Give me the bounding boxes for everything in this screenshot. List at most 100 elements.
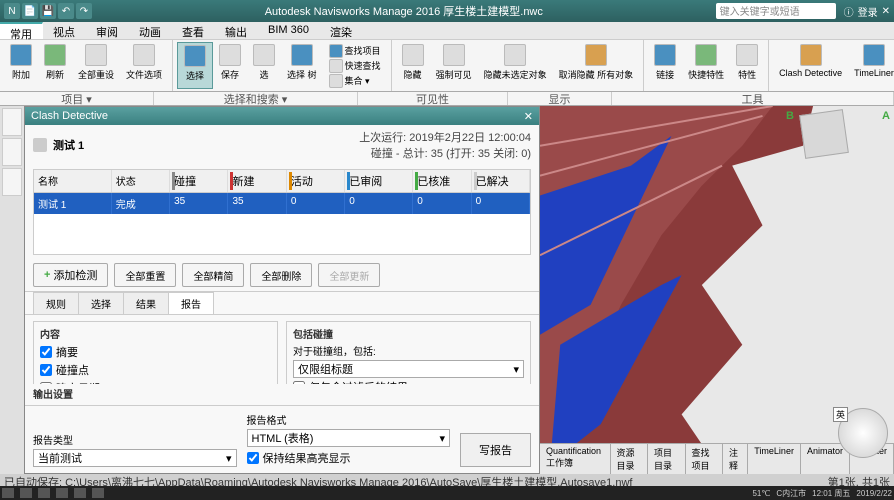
add-test-button[interactable]: +添加检测: [33, 263, 108, 287]
unhideall-button[interactable]: 取消隐藏 所有对象: [553, 42, 640, 89]
resetall-button[interactable]: 全部重设: [72, 42, 120, 89]
help-search-input[interactable]: 键入关键字或短语: [716, 3, 836, 19]
login-link[interactable]: 登录: [858, 4, 878, 19]
links-button[interactable]: 链接: [648, 42, 682, 89]
finditems-button[interactable]: 查找项目: [323, 44, 387, 58]
app-icon: N: [4, 3, 20, 19]
tb-app-icon[interactable]: [38, 488, 50, 498]
quickprops-button[interactable]: 快捷特性: [682, 42, 730, 89]
dock-tab-3[interactable]: [2, 168, 22, 196]
info-icon[interactable]: ⓘ: [844, 4, 854, 19]
for-groups-label: 对于碰撞组，包括:: [293, 343, 524, 358]
content-check-0[interactable]: [40, 346, 52, 358]
selectsame-button[interactable]: 选: [247, 42, 281, 89]
content-check-1[interactable]: [40, 364, 52, 376]
col-status[interactable]: 状态: [112, 170, 170, 192]
qat-save-icon[interactable]: 💾: [40, 3, 56, 19]
properties-button[interactable]: 特性: [730, 42, 764, 89]
sets-button[interactable]: 集合 ▾: [323, 74, 387, 88]
tab-animation[interactable]: 动画: [129, 22, 172, 39]
quickfind-button[interactable]: 快速查找: [323, 59, 387, 73]
navtab-comments[interactable]: 注释: [723, 444, 748, 474]
report-format-label: 报告格式: [247, 412, 451, 427]
col-clashes[interactable]: 碰撞: [170, 170, 228, 192]
view-cube[interactable]: [799, 109, 849, 159]
require-button[interactable]: 强制可见: [430, 42, 478, 89]
tab-render[interactable]: 渲染: [320, 22, 363, 39]
panel-close-icon[interactable]: ✕: [524, 110, 533, 123]
fileoptions-button[interactable]: 文件选项: [120, 42, 168, 89]
col-reviewed[interactable]: 已审阅: [345, 170, 413, 192]
update-all-button[interactable]: 全部更新: [318, 263, 380, 287]
refresh-button[interactable]: 刷新: [38, 42, 72, 89]
panel-titlebar[interactable]: Clash Detective ✕: [25, 107, 539, 125]
collapse-icon[interactable]: [33, 138, 47, 152]
navtab-resource[interactable]: 资源目录: [611, 444, 649, 474]
dock-tab-1[interactable]: [2, 108, 22, 136]
append-button[interactable]: 附加: [4, 42, 38, 89]
navtab-project[interactable]: 项目目录: [648, 444, 686, 474]
left-dock: [0, 106, 24, 474]
select-button[interactable]: 选择: [177, 42, 213, 89]
col-name[interactable]: 名称: [34, 170, 112, 192]
tb-loc[interactable]: C内江市: [776, 488, 806, 499]
tb-app-icon[interactable]: [74, 488, 86, 498]
clash-icon: [800, 44, 822, 66]
hideunselected-button[interactable]: 隐藏未选定对象: [478, 42, 553, 89]
write-report-button[interactable]: 写报告: [460, 433, 531, 467]
ribbon-tabs: 常用 视点 审阅 动画 查看 输出 BIM 360 渲染: [0, 22, 894, 40]
tb-app-icon[interactable]: [20, 488, 32, 498]
navtab-timeliner[interactable]: TimeLiner: [748, 444, 801, 474]
col-active[interactable]: 活动: [287, 170, 345, 192]
summary-label: 碰撞 - 总计: 35 (打开: 35 关闭: 0): [359, 145, 531, 161]
report-type-select[interactable]: 当前测试▾: [33, 449, 237, 467]
tb-app-icon[interactable]: [92, 488, 104, 498]
qat-undo-icon[interactable]: ↶: [58, 3, 74, 19]
ime-avatar[interactable]: [838, 408, 888, 458]
navtab-quant[interactable]: Quantification 工作簿: [540, 444, 611, 474]
close-icon[interactable]: ✕: [882, 6, 890, 17]
tab-bim360[interactable]: BIM 360: [258, 22, 320, 39]
tab-review[interactable]: 审阅: [86, 22, 129, 39]
status-bar: 已自动保存: C:\Users\离沸七七\AppData\Roaming\Aut…: [0, 474, 894, 486]
timeliner-button[interactable]: TimeLiner: [848, 42, 894, 89]
tb-date[interactable]: 2019/2/22: [856, 489, 892, 498]
tab-view[interactable]: 查看: [172, 22, 215, 39]
tab-viewpoint[interactable]: 视点: [43, 22, 86, 39]
viewport-label-b: B: [786, 110, 794, 122]
hide-button[interactable]: 隐藏: [396, 42, 430, 89]
qat-redo-icon[interactable]: ↷: [76, 3, 92, 19]
col-new[interactable]: 新建: [228, 170, 286, 192]
dock-tab-2[interactable]: [2, 138, 22, 166]
selecttree-button[interactable]: 选择 树: [281, 42, 323, 89]
group-header-select[interactable]: 仅限组标题▾: [293, 360, 524, 378]
save-select-button[interactable]: 保存: [213, 42, 247, 89]
start-icon[interactable]: [2, 488, 14, 498]
subtab-results[interactable]: 结果: [123, 292, 169, 314]
tab-home[interactable]: 常用: [0, 22, 43, 39]
navtab-find[interactable]: 查找项目: [686, 444, 724, 474]
col-resolved[interactable]: 已解决: [472, 170, 530, 192]
reset-all-button[interactable]: 全部重置: [114, 263, 176, 287]
keep-highlight-checkbox[interactable]: [247, 452, 259, 464]
subtab-report[interactable]: 报告: [168, 292, 214, 314]
table-row[interactable]: 测试 1 完成 35 35 0 0 0 0: [34, 193, 530, 214]
qat-open-icon[interactable]: 📄: [22, 3, 38, 19]
tb-temp[interactable]: 51℃: [752, 489, 770, 498]
tab-output[interactable]: 输出: [215, 22, 258, 39]
delete-all-button[interactable]: 全部删除: [250, 263, 312, 287]
ribbon: 附加 刷新 全部重设 文件选项 选择 保存 选 选择 树 查找项目 快速查找 集…: [0, 40, 894, 92]
os-taskbar: 51℃ C内江市 12:01 周五 2019/2/22: [0, 486, 894, 500]
cursor-icon: [184, 45, 206, 67]
window-title: Autodesk Navisworks Manage 2016 厚生楼土建模型.…: [92, 3, 716, 19]
report-format-select[interactable]: HTML (表格)▾: [247, 429, 451, 447]
tree-icon: [291, 44, 313, 66]
subtab-rules[interactable]: 规则: [33, 292, 79, 314]
col-approved[interactable]: 已核准: [413, 170, 471, 192]
tb-time[interactable]: 12:01 周五: [812, 488, 850, 499]
compact-all-button[interactable]: 全部精简: [182, 263, 244, 287]
tb-app-icon[interactable]: [56, 488, 68, 498]
append-icon: [10, 44, 32, 66]
clashdetective-button[interactable]: Clash Detective: [773, 42, 848, 89]
subtab-select[interactable]: 选择: [78, 292, 124, 314]
